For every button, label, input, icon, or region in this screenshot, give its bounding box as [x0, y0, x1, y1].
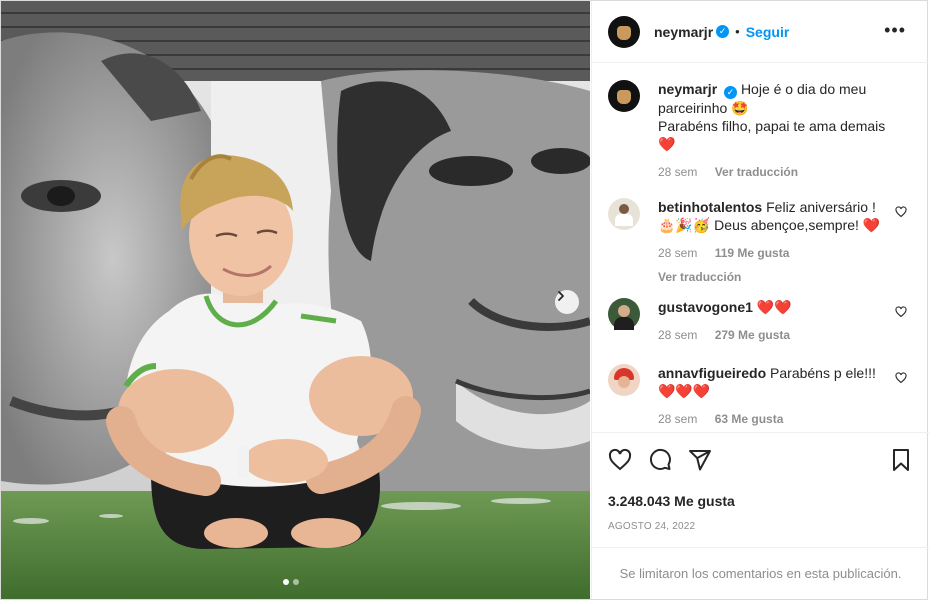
caption-line-2: Parabéns filho, papai te ama demais: [658, 117, 886, 134]
caption-line-3: ❤️: [658, 135, 676, 152]
like-comment-icon[interactable]: [895, 206, 907, 218]
carousel-indicator: [283, 579, 299, 585]
bookmark-icon: [893, 449, 909, 471]
comment-username[interactable]: betinhotalentos: [658, 199, 762, 215]
author-username[interactable]: neymarjr: [654, 24, 713, 40]
separator-dot: •: [735, 24, 740, 39]
more-options-icon[interactable]: •••: [884, 21, 906, 39]
post-dialog: neymarjr ✓ • Seguir ••• neymarjr ✓ Hoje …: [0, 0, 929, 600]
post-date[interactable]: AGOSTO 24, 2022: [608, 521, 913, 532]
photo-illustration: [1, 1, 590, 599]
chevron-right-icon: [558, 291, 564, 301]
comment-likes[interactable]: 279 Me gusta: [715, 328, 790, 342]
heart-icon: [608, 448, 632, 471]
follow-button[interactable]: Seguir: [746, 24, 790, 40]
carousel-dot-active: [283, 579, 289, 585]
avatar[interactable]: [608, 80, 640, 112]
comment-icon: [649, 448, 671, 470]
caption-time[interactable]: 28 sem: [658, 165, 697, 179]
comment-text: Parabéns p ele!!!: [770, 365, 876, 381]
share-icon: [689, 450, 711, 471]
post-actions: 3.248.043 Me gusta AGOSTO 24, 2022: [592, 432, 929, 546]
post-side-panel: neymarjr ✓ • Seguir ••• neymarjr ✓ Hoje …: [591, 1, 929, 599]
comment-button[interactable]: [648, 448, 672, 472]
post-header: neymarjr ✓ • Seguir •••: [592, 1, 928, 63]
translate-link[interactable]: Ver traducción: [715, 165, 798, 179]
comment-likes[interactable]: 119 Me gusta: [715, 246, 790, 260]
avatar[interactable]: [608, 364, 640, 396]
likes-count[interactable]: 3.248.043 Me gusta: [608, 493, 913, 509]
share-button[interactable]: [688, 448, 712, 472]
avatar[interactable]: [608, 198, 640, 230]
post-photo[interactable]: [1, 1, 590, 599]
comment-text: ❤️❤️: [756, 299, 792, 315]
comment-username[interactable]: gustavogone1: [658, 299, 753, 315]
comment-time[interactable]: 28 sem: [658, 328, 697, 342]
verified-icon: ✓: [724, 85, 738, 99]
avatar[interactable]: [608, 298, 640, 330]
translate-link[interactable]: Ver traducción: [658, 268, 898, 286]
like-comment-icon[interactable]: [895, 372, 907, 384]
comments-list[interactable]: neymarjr ✓ Hoje é o dia do meu parceirin…: [592, 64, 929, 432]
verified-icon: ✓: [716, 25, 730, 38]
avatar[interactable]: [608, 15, 640, 48]
comment-text: Feliz aniversário !: [766, 199, 876, 215]
comment-text-2: 🎂🎉🥳 Deus abençoe,sempre! ❤️: [658, 217, 881, 233]
next-slide-button[interactable]: [555, 290, 579, 314]
comment-text-2: ❤️❤️❤️: [658, 383, 711, 399]
save-button[interactable]: [889, 448, 913, 472]
comment-time[interactable]: 28 sem: [658, 412, 697, 426]
like-comment-icon[interactable]: [895, 306, 907, 318]
comments-limited-notice: Se limitaron los comentarios en esta pub…: [592, 547, 929, 599]
comment-username[interactable]: annavfigueiredo: [658, 365, 766, 381]
comment-likes[interactable]: 63 Me gusta: [715, 412, 784, 426]
like-button[interactable]: [608, 448, 632, 472]
carousel-dot: [293, 579, 299, 585]
caption-username[interactable]: neymarjr: [658, 81, 717, 97]
comment-time[interactable]: 28 sem: [658, 246, 697, 260]
